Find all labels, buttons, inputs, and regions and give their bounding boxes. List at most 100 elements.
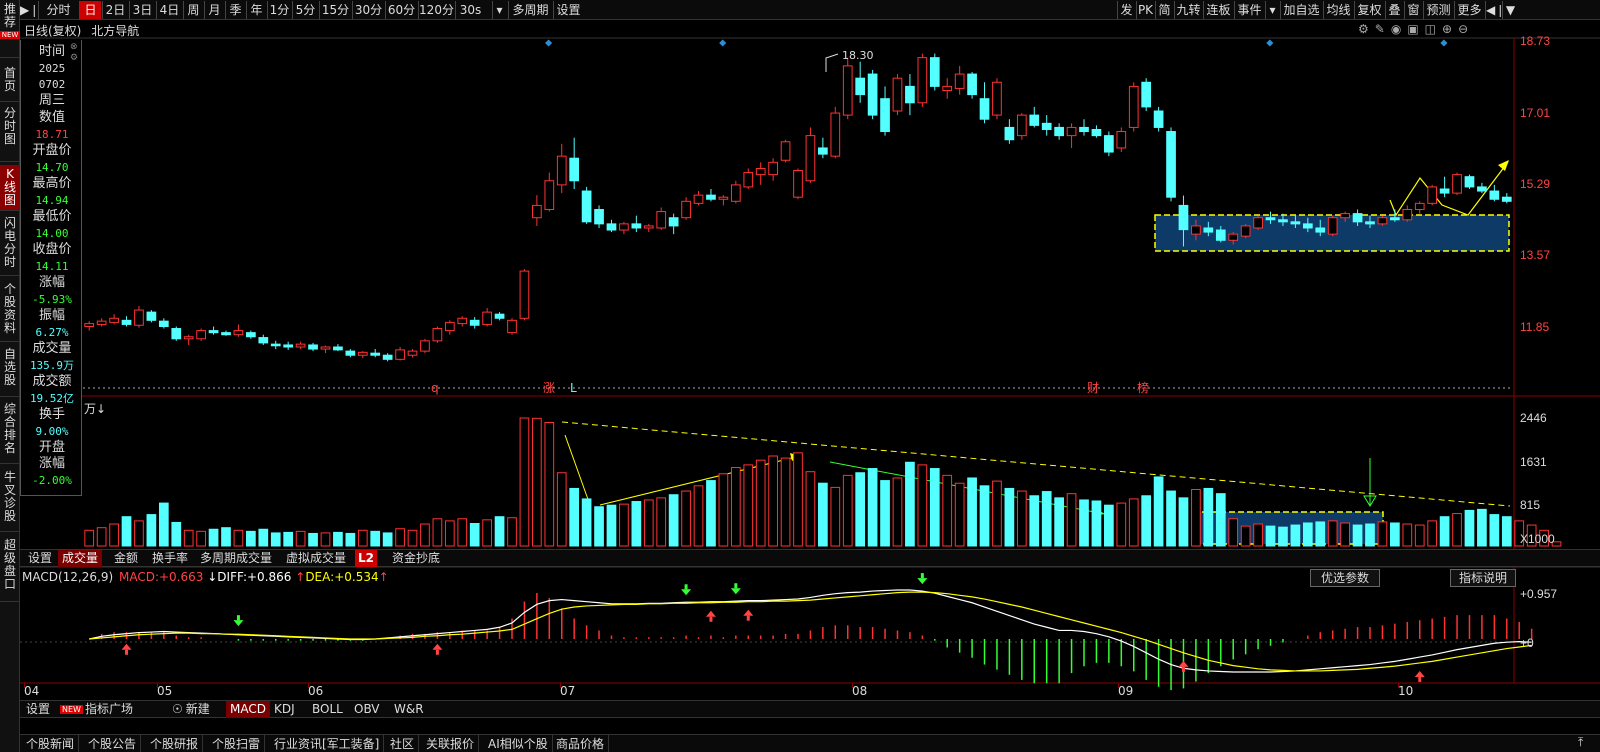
candle	[494, 312, 505, 321]
candle-body	[1091, 128, 1102, 137]
candle-body	[1278, 219, 1288, 223]
indicator-tab[interactable]: BOLL	[308, 701, 347, 718]
candle-body	[171, 328, 182, 340]
volume-bar	[507, 517, 517, 547]
volume-unit-text: 万	[84, 402, 97, 416]
candle	[693, 191, 704, 206]
volume-bar	[1016, 490, 1027, 547]
volume-bar	[84, 529, 95, 547]
volume-tab[interactable]: 虚拟成交量	[282, 550, 350, 567]
volume-bar	[569, 487, 580, 547]
volume-bar	[1191, 488, 1201, 547]
volume-tab[interactable]: 多周期成交量	[196, 550, 276, 567]
indicator-tab[interactable]: OBV	[350, 701, 384, 718]
candle-body	[1414, 202, 1425, 211]
volume-bar	[905, 461, 915, 547]
buy-up-arrow-icon	[1178, 660, 1189, 667]
date-tick	[1118, 683, 1119, 688]
price-high-pointer	[825, 53, 839, 72]
volume-trend-line	[561, 421, 1511, 507]
indicator-help-button[interactable]: 指标说明	[1450, 569, 1516, 587]
open-label: 开盘价	[32, 143, 72, 158]
panel-toggle-icons[interactable]: ⊗ ⚙	[70, 42, 80, 66]
bottom-bar-tab[interactable]: 社区	[386, 735, 420, 752]
candle-body	[1004, 126, 1015, 141]
bottom-bar-tab[interactable]: 个股公告	[84, 735, 142, 752]
indicator-tab[interactable]: 设置	[22, 701, 54, 718]
bottom-bar-tab[interactable]: 个股扫雷	[208, 735, 266, 752]
optimize-params-button[interactable]: 优选参数	[1310, 569, 1380, 587]
expand-up-icon[interactable]: ⤒	[1578, 735, 1583, 750]
bottom-bar-tab[interactable]: 关联报价	[422, 735, 480, 752]
candle-body	[432, 328, 443, 342]
bottom-bar-tab[interactable]: 商品价格	[552, 735, 610, 752]
bottom-bar-tab[interactable]: 个股研报	[146, 735, 204, 752]
amplitude-label: 振幅	[38, 308, 65, 323]
volume-tab[interactable]: 资金抄底	[388, 550, 444, 567]
kline-chart[interactable]	[0, 0, 1600, 752]
candle	[917, 53, 928, 107]
volume-tab[interactable]: L2	[355, 550, 377, 567]
date-axis-label: 06	[308, 684, 324, 698]
volume-bar	[755, 459, 766, 547]
volume-tab[interactable]: 成交量	[58, 550, 103, 567]
event-marker[interactable]: 榜	[1137, 382, 1149, 394]
candle-body	[134, 309, 144, 326]
volume-bar	[1290, 524, 1301, 547]
event-diamond-icon	[719, 39, 727, 47]
event-marker[interactable]: L	[570, 382, 577, 394]
change-value: -5.93%	[32, 293, 72, 306]
candle	[581, 186, 592, 224]
candle	[407, 349, 418, 358]
bottom-bar-tab[interactable]: 个股新闻	[22, 735, 80, 752]
robot-icon: ☉	[172, 702, 183, 716]
candle-body	[706, 194, 716, 200]
event-marker[interactable]: 涨	[543, 382, 555, 394]
date-tick	[1398, 683, 1399, 688]
volume-bar	[519, 417, 530, 547]
candle-body	[1054, 126, 1064, 137]
candle-body	[569, 157, 580, 182]
candle-body	[1128, 85, 1139, 128]
volume-tab[interactable]: 换手率	[148, 550, 192, 567]
indicator-tab[interactable]: ☉ 新建	[168, 701, 214, 718]
candle-body	[1352, 213, 1363, 223]
candle	[395, 347, 405, 361]
candle-body	[619, 223, 629, 231]
volume-bar	[1153, 476, 1164, 547]
candle	[221, 330, 231, 336]
candle	[507, 318, 517, 335]
indicator-tab[interactable]: MACD	[226, 701, 270, 718]
candle	[432, 326, 443, 343]
volume-tab[interactable]: 金额	[110, 550, 142, 567]
volume-bar	[1265, 525, 1276, 547]
event-marker[interactable]: q	[431, 382, 439, 394]
candle-body	[556, 155, 567, 186]
candle	[718, 195, 729, 206]
volume-bar	[1228, 518, 1239, 547]
bottom-bar-tab[interactable]: AI相似个股	[484, 735, 553, 752]
macd-title[interactable]: MACD(12,26,9)	[22, 570, 113, 584]
candle-body	[84, 323, 95, 327]
dea-value: +0.534	[334, 570, 379, 584]
amplitude-value: 6.27%	[35, 326, 69, 339]
indicator-tab[interactable]: W&R	[390, 701, 428, 718]
candlesticks	[84, 53, 1512, 362]
candle	[1054, 123, 1064, 140]
indicator-tab[interactable]: KDJ	[270, 701, 299, 718]
candle	[805, 127, 816, 183]
candle-body	[681, 200, 691, 219]
event-marker[interactable]: 财	[1087, 382, 1099, 394]
candle	[867, 69, 878, 120]
volume-bar	[482, 519, 492, 547]
candle	[109, 314, 119, 325]
candle	[233, 324, 244, 337]
buy-up-arrow-icon	[121, 643, 132, 650]
indicator-tab[interactable]: NEW 指标广场	[56, 701, 137, 718]
volume-bar	[805, 471, 816, 547]
volume-bar	[158, 502, 169, 547]
candle-body	[1228, 233, 1239, 241]
date-axis-label: 08	[852, 684, 868, 698]
bottom-bar-tab[interactable]: 行业资讯[军工装备]	[270, 735, 385, 752]
volume-tab[interactable]: 设置	[24, 550, 56, 567]
